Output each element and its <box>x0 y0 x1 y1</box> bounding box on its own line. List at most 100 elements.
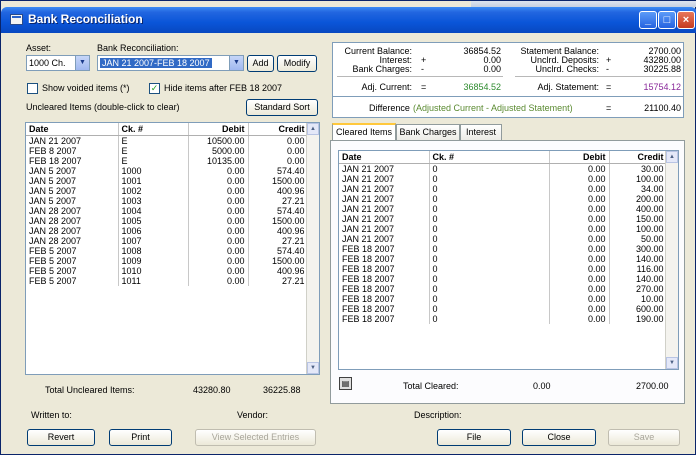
unclrd-checks-sign: - <box>606 64 609 74</box>
table-cell: 0.00 <box>549 273 610 284</box>
bank-rec-select[interactable]: JAN 21 2007-FEB 18 2007 ▼ <box>97 55 244 71</box>
table-cell: JAN 21 2007 <box>339 163 430 174</box>
table-row[interactable]: JAN 21 2007 0 0.00 200.00 <box>339 193 668 204</box>
table-row[interactable]: JAN 5 2007 1002 0.00 400.96 <box>26 185 309 196</box>
tab-cleared-items[interactable]: Cleared Items <box>332 123 396 141</box>
chevron-down-icon[interactable]: ▼ <box>75 56 89 70</box>
standard-sort-button[interactable]: Standard Sort <box>246 99 318 116</box>
table-cell: 270.00 <box>609 283 668 294</box>
uncleared-items-grid[interactable]: Date Ck. # Debit Credit JAN 21 2007 E 10500.0… <box>25 122 320 375</box>
table-cell: FEB 18 2007 <box>339 313 430 324</box>
table-cell: 1002 <box>118 185 189 196</box>
cleared-items-grid[interactable]: Date Ck. # Debit Credit JAN 21 2007 0 0.00 30.… <box>338 150 679 370</box>
view-selected-entries-button[interactable]: View Selected Entries <box>195 429 316 446</box>
cleared-table: Date Ck. # Debit Credit JAN 21 2007 0 0.00 30.… <box>339 151 668 324</box>
table-row[interactable]: JAN 21 2007 0 0.00 100.00 <box>339 223 668 234</box>
table-row[interactable]: JAN 21 2007 0 0.00 50.00 <box>339 233 668 244</box>
asset-select[interactable]: 1000 Ch. ▼ <box>26 55 90 71</box>
table-row[interactable]: FEB 8 2007 E 5000.00 0.00 <box>26 145 309 156</box>
close-icon[interactable]: × <box>677 11 695 29</box>
table-cell: 0.00 <box>549 163 610 174</box>
table-cell: 0 <box>429 303 550 314</box>
column-header[interactable]: Date <box>339 151 430 164</box>
table-row[interactable]: JAN 21 2007 0 0.00 100.00 <box>339 173 668 184</box>
table-row[interactable]: JAN 5 2007 1000 0.00 574.40 <box>26 165 309 176</box>
column-header[interactable]: Debit <box>549 151 610 164</box>
show-voided-label: Show voided items (*) <box>42 83 130 93</box>
table-row[interactable]: FEB 18 2007 0 0.00 190.00 <box>339 313 668 324</box>
table-row[interactable]: JAN 28 2007 1005 0.00 1500.00 <box>26 215 309 226</box>
table-row[interactable]: JAN 28 2007 1006 0.00 400.96 <box>26 225 309 236</box>
table-cell: JAN 28 2007 <box>26 215 119 226</box>
add-button[interactable]: Add <box>247 55 274 72</box>
table-row[interactable]: JAN 28 2007 1004 0.00 574.40 <box>26 205 309 216</box>
scroll-down-icon[interactable]: ▼ <box>307 362 319 374</box>
table-row[interactable]: JAN 21 2007 0 0.00 400.00 <box>339 203 668 214</box>
table-row[interactable]: JAN 21 2007 0 0.00 30.00 <box>339 163 668 174</box>
table-row[interactable]: JAN 5 2007 1003 0.00 27.21 <box>26 195 309 206</box>
adj-current-label: Adj. Current: <box>361 82 412 92</box>
table-cell: 0.00 <box>188 215 249 226</box>
table-cell: FEB 18 2007 <box>339 253 430 264</box>
close-button[interactable]: Close <box>522 429 596 446</box>
column-header[interactable]: Ck. # <box>118 123 189 136</box>
adj-current-sign: = <box>421 82 427 92</box>
column-header[interactable]: Date <box>26 123 119 136</box>
table-cell: FEB 5 2007 <box>26 275 119 286</box>
tab-bank-charges[interactable]: Bank Charges <box>396 124 460 140</box>
table-cell: 0 <box>429 253 550 264</box>
tab-interest[interactable]: Interest <box>460 124 502 140</box>
table-cell: 0 <box>429 223 550 234</box>
asset-label: Asset: <box>26 43 52 53</box>
bank-rec-value: JAN 21 2007-FEB 18 2007 <box>100 58 212 68</box>
save-button[interactable]: Save <box>608 429 680 446</box>
settings-icon[interactable]: ▤ <box>339 377 352 390</box>
show-voided-checkbox[interactable] <box>27 83 38 94</box>
column-header[interactable]: Debit <box>188 123 249 136</box>
scroll-up-icon[interactable]: ▲ <box>666 151 678 163</box>
table-row[interactable]: FEB 18 2007 E 10135.00 0.00 <box>26 155 309 166</box>
table-cell: 0.00 <box>549 233 610 244</box>
table-row[interactable]: FEB 18 2007 0 0.00 140.00 <box>339 253 668 264</box>
uncleared-scrollbar[interactable]: ▲ ▼ <box>306 123 319 374</box>
table-cell: 0 <box>429 283 550 294</box>
column-header[interactable]: Credit <box>248 123 309 136</box>
scroll-up-icon[interactable]: ▲ <box>307 123 319 135</box>
maximize-icon[interactable]: □ <box>658 11 676 29</box>
table-row[interactable]: FEB 5 2007 1011 0.00 27.21 <box>26 275 309 286</box>
hide-items-checkbox[interactable]: ✓ <box>149 83 160 94</box>
table-row[interactable]: FEB 18 2007 0 0.00 140.00 <box>339 273 668 284</box>
table-row[interactable]: FEB 18 2007 0 0.00 116.00 <box>339 263 668 274</box>
table-row[interactable]: JAN 21 2007 E 10500.00 0.00 <box>26 135 309 146</box>
table-cell: 0 <box>429 313 550 324</box>
table-row[interactable]: JAN 21 2007 0 0.00 34.00 <box>339 183 668 194</box>
table-row[interactable]: FEB 18 2007 0 0.00 300.00 <box>339 243 668 254</box>
table-cell: 0.00 <box>549 223 610 234</box>
revert-button[interactable]: Revert <box>27 429 95 446</box>
total-cleared-debit: 0.00 <box>533 381 551 391</box>
minimize-icon[interactable]: _ <box>639 11 657 29</box>
file-button[interactable]: File <box>437 429 511 446</box>
table-row[interactable]: JAN 28 2007 1007 0.00 27.21 <box>26 235 309 246</box>
title-bar[interactable]: Bank Reconciliation _ □ × <box>1 7 696 33</box>
cleared-items-panel: Date Ck. # Debit Credit JAN 21 2007 0 0.00 30.… <box>330 140 685 404</box>
table-cell: 150.00 <box>609 213 668 224</box>
table-row[interactable]: FEB 18 2007 0 0.00 10.00 <box>339 293 668 304</box>
table-row[interactable]: FEB 5 2007 1009 0.00 1500.00 <box>26 255 309 266</box>
table-row[interactable]: FEB 5 2007 1010 0.00 400.96 <box>26 265 309 276</box>
column-header[interactable]: Credit <box>609 151 668 164</box>
chevron-down-icon[interactable]: ▼ <box>229 56 243 70</box>
table-row[interactable]: FEB 18 2007 0 0.00 600.00 <box>339 303 668 314</box>
cleared-scrollbar[interactable]: ▲ ▼ <box>665 151 678 369</box>
table-row[interactable]: FEB 18 2007 0 0.00 270.00 <box>339 283 668 294</box>
table-row[interactable]: JAN 21 2007 0 0.00 150.00 <box>339 213 668 224</box>
table-row[interactable]: FEB 5 2007 1008 0.00 574.40 <box>26 245 309 256</box>
table-row[interactable]: JAN 5 2007 1001 0.00 1500.00 <box>26 175 309 186</box>
table-cell: 0.00 <box>188 195 249 206</box>
column-header[interactable]: Ck. # <box>429 151 550 164</box>
window-icon <box>10 14 23 25</box>
print-button[interactable]: Print <box>109 429 172 446</box>
modify-button[interactable]: Modify <box>277 55 317 72</box>
table-cell: 0.00 <box>549 263 610 274</box>
scroll-down-icon[interactable]: ▼ <box>666 357 678 369</box>
